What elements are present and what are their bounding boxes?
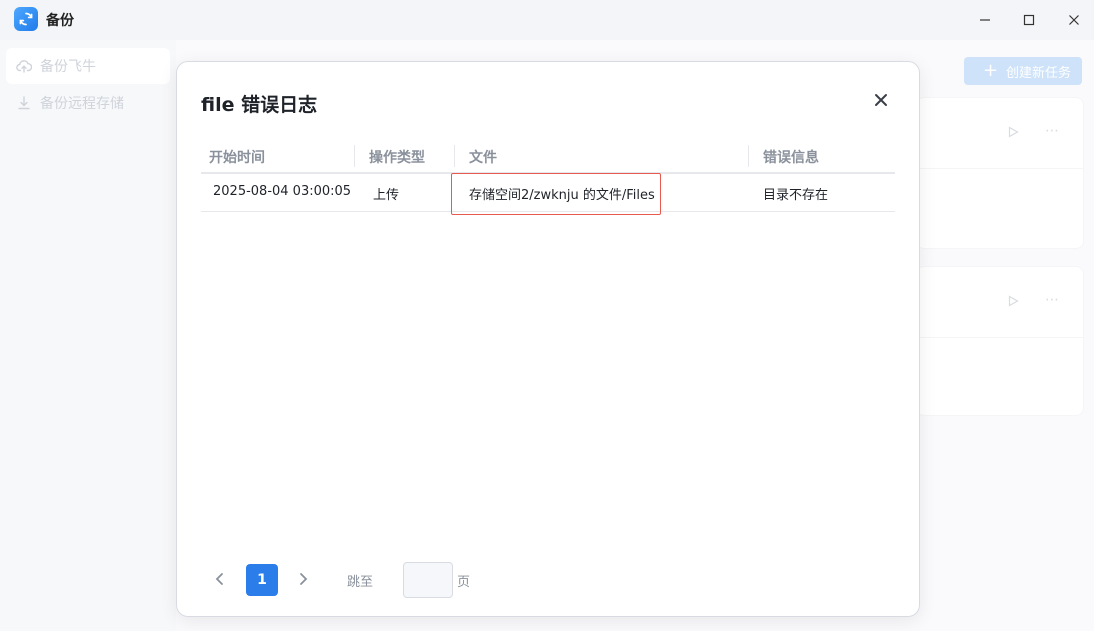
cell-start-time: 2025-08-04 03:00:05 xyxy=(213,184,352,199)
chevron-right-icon[interactable] xyxy=(296,572,310,586)
close-icon xyxy=(1069,15,1079,25)
app-title: 备份 xyxy=(46,13,74,29)
column-divider xyxy=(354,145,355,167)
pagination: 1 跳至 页 xyxy=(201,562,701,598)
column-header-operation: 操作类型 xyxy=(369,150,425,166)
page-jump-input[interactable] xyxy=(403,562,453,598)
title-bar: 备份 xyxy=(0,0,1094,40)
chevron-left-icon[interactable] xyxy=(213,572,227,586)
dialog-title: file 错误日志 xyxy=(201,94,318,116)
minimize-icon xyxy=(980,19,990,21)
page-suffix-label: 页 xyxy=(457,575,471,590)
maximize-icon xyxy=(1023,14,1035,26)
column-divider xyxy=(748,145,749,167)
table-header: 开始时间 操作类型 文件 错误信息 xyxy=(201,138,895,174)
highlight-annotation xyxy=(451,173,661,215)
column-header-file: 文件 xyxy=(469,150,497,166)
error-log-dialog: file 错误日志 开始时间 操作类型 文件 错误信息 2025-08-04 0… xyxy=(176,61,920,617)
column-header-start-time: 开始时间 xyxy=(209,150,265,166)
column-header-error: 错误信息 xyxy=(763,150,819,166)
cell-operation: 上传 xyxy=(373,188,400,203)
maximize-button[interactable] xyxy=(1017,8,1041,32)
column-divider xyxy=(454,145,455,167)
jump-to-label: 跳至 xyxy=(347,575,374,590)
sync-icon xyxy=(14,7,38,31)
page-button-current[interactable]: 1 xyxy=(246,564,278,596)
error-log-table: 开始时间 操作类型 文件 错误信息 2025-08-04 03:00:05 上传… xyxy=(201,138,895,215)
close-window-button[interactable] xyxy=(1062,8,1086,32)
cell-error: 目录不存在 xyxy=(763,188,829,203)
minimize-button[interactable] xyxy=(973,8,997,32)
close-icon[interactable] xyxy=(873,92,889,108)
table-row: 2025-08-04 03:00:05 上传 存储空间2/zwknju 的文件/… xyxy=(201,173,895,215)
